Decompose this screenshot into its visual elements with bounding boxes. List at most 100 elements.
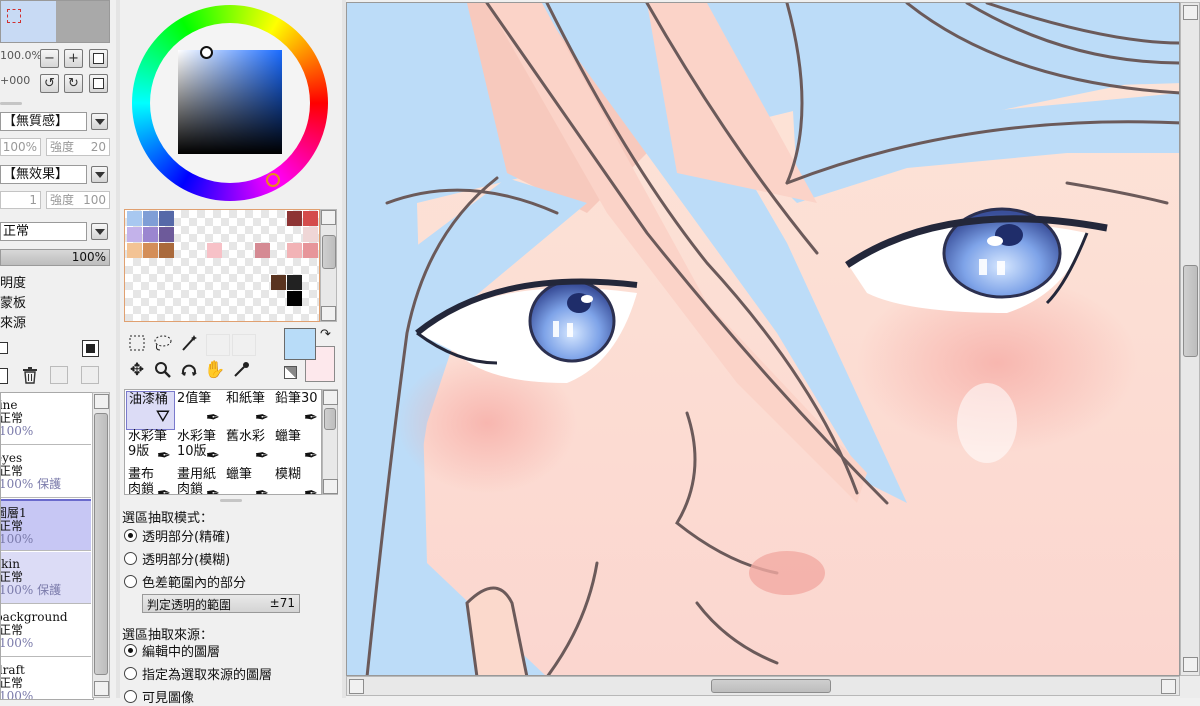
swatch-scroll-up-arrow[interactable]	[321, 210, 336, 225]
color-swatch[interactable]	[127, 211, 142, 226]
blend-mode-dropdown-arrow[interactable]	[91, 223, 108, 240]
brush-slot[interactable]: 模糊 ✒	[273, 467, 321, 494]
brush-slot[interactable]: 畫用紙 肉鎖 ✒	[175, 467, 224, 494]
layer-option-mask[interactable]: 蒙板	[0, 292, 26, 311]
layer-item[interactable]: skin正常100% 保護	[1, 552, 91, 604]
sv-marker[interactable]	[200, 46, 213, 59]
canvas-scroll-down-arrow[interactable]	[1183, 657, 1198, 672]
effect-intensity-field[interactable]: 強度 100	[46, 191, 110, 209]
color-swatch[interactable]	[287, 211, 302, 226]
rotate-icon[interactable]	[178, 359, 200, 381]
new-folder-icon[interactable]	[82, 340, 99, 357]
color-swatch[interactable]	[159, 243, 174, 258]
selection-source-label[interactable]: 編輯中的圖層	[142, 641, 220, 660]
selection-source-radio[interactable]	[124, 690, 137, 703]
brush-slot[interactable]: 和紙筆 ✒	[224, 391, 273, 430]
canvas-area[interactable]	[346, 2, 1180, 676]
trash-icon[interactable]	[20, 365, 40, 385]
selection-mode-label[interactable]: 透明部分(精確)	[142, 526, 230, 545]
color-swatch[interactable]	[255, 243, 270, 258]
selection-mode-label[interactable]: 透明部分(模糊)	[142, 549, 230, 568]
brush-slot[interactable]: 蠟筆 ✒	[224, 467, 273, 494]
texture-dropdown[interactable]: 【無質感】	[0, 112, 87, 131]
selection-source-radio[interactable]	[124, 667, 137, 680]
color-swatch[interactable]	[287, 275, 302, 290]
canvas-hscroll-thumb[interactable]	[711, 679, 831, 693]
lasso-icon[interactable]	[152, 332, 174, 354]
layer-copy-icon[interactable]	[0, 368, 8, 384]
color-swatch[interactable]	[303, 243, 318, 258]
selection-mode-label[interactable]: 色差範圍內的部分	[142, 572, 246, 591]
brush-slot[interactable]: 油漆桶 ⛛	[126, 391, 175, 430]
navigator-thumbnail[interactable]	[0, 0, 110, 43]
texture-scale-field[interactable]: 100%	[0, 138, 41, 156]
color-swatch[interactable]	[143, 227, 158, 242]
opacity-slider[interactable]: 100%	[0, 249, 110, 266]
effect-dropdown[interactable]: 【無效果】	[0, 165, 87, 184]
color-swatch[interactable]	[143, 211, 158, 226]
zoom-reset-button[interactable]	[89, 49, 108, 68]
zoom-out-button[interactable]: −	[40, 49, 59, 68]
color-swatch[interactable]	[303, 211, 318, 226]
canvas-scroll-left-arrow[interactable]	[349, 679, 364, 694]
brush-scroll-thumb[interactable]	[324, 408, 336, 430]
artwork[interactable]	[347, 3, 1180, 676]
canvas-horizontal-scrollbar[interactable]	[346, 676, 1180, 696]
brush-slot[interactable]: 蠟筆 ✒	[273, 429, 321, 468]
brush-slot[interactable]: 舊水彩 ✒	[224, 429, 273, 468]
brush-slot[interactable]: 水彩筆 10版 ✒	[175, 429, 224, 468]
color-swatch[interactable]	[159, 211, 174, 226]
swap-colors-icon[interactable]: ↷	[320, 328, 331, 341]
color-swatch[interactable]	[303, 227, 318, 242]
color-swatch[interactable]	[287, 291, 302, 306]
effect-width-field[interactable]: 1	[0, 191, 41, 209]
layer-item[interactable]: draft正常100%	[1, 658, 91, 699]
layer-item[interactable]: line正常100%	[1, 393, 91, 445]
selection-mode-radio[interactable]	[124, 552, 137, 565]
brush-slot[interactable]: 水彩筆 9版 ✒	[126, 429, 175, 468]
zoom-icon[interactable]	[152, 359, 174, 381]
layer-list-scrollbar[interactable]	[92, 392, 110, 698]
color-swatch[interactable]	[287, 243, 302, 258]
selection-source-radio[interactable]	[124, 644, 137, 657]
brush-slot[interactable]: 2值筆 ✒	[175, 391, 224, 430]
blend-mode-dropdown[interactable]: 正常	[0, 222, 87, 241]
rotate-reset-button[interactable]	[89, 74, 108, 93]
canvas-vscroll-thumb[interactable]	[1183, 265, 1198, 357]
brush-scroll-down-arrow[interactable]	[323, 479, 338, 494]
texture-intensity-field[interactable]: 強度 20	[46, 138, 110, 156]
hue-marker[interactable]	[266, 173, 280, 187]
layer-scroll-down-arrow[interactable]	[94, 681, 109, 696]
primary-color-swatch[interactable]	[284, 328, 316, 360]
canvas-scroll-right-arrow[interactable]	[1161, 679, 1176, 694]
texture-dropdown-arrow[interactable]	[91, 113, 108, 130]
color-swatch[interactable]	[143, 243, 158, 258]
zoom-in-button[interactable]: +	[64, 49, 83, 68]
color-square[interactable]	[178, 50, 282, 154]
swatch-panel[interactable]	[124, 209, 320, 322]
eyedropper-icon[interactable]	[230, 359, 252, 381]
canvas-vertical-scrollbar[interactable]	[1180, 2, 1200, 676]
select-rect-icon[interactable]	[126, 332, 148, 354]
clear-layer-icon[interactable]	[81, 366, 99, 384]
layer-option-brightness[interactable]: 明度	[0, 272, 26, 291]
color-swatch[interactable]	[207, 243, 222, 258]
selection-source-label[interactable]: 可見圖像	[142, 687, 194, 706]
hand-icon[interactable]: ✋	[204, 359, 226, 381]
color-swatch[interactable]	[271, 275, 286, 290]
swatch-scroll-down-arrow[interactable]	[321, 306, 336, 321]
layer-item[interactable]: background 正常 100%	[1, 605, 91, 657]
layer-option-source[interactable]: 來源	[0, 312, 26, 331]
swatch-scroll-thumb[interactable]	[322, 235, 336, 269]
layer-scroll-thumb[interactable]	[94, 413, 108, 675]
selection-source-label[interactable]: 指定為選取來源的圖層	[142, 664, 272, 683]
transparent-color-icon[interactable]	[284, 366, 297, 379]
brush-slot[interactable]: 鉛筆30 ✒	[273, 391, 321, 430]
new-layer-icon[interactable]	[0, 342, 8, 354]
magic-wand-icon[interactable]	[178, 332, 200, 354]
layer-scroll-up-arrow[interactable]	[94, 394, 109, 409]
rotate-cw-button[interactable]: ↻	[64, 74, 83, 93]
navigator-rotation[interactable]: +000	[0, 74, 30, 87]
rotate-ccw-button[interactable]: ↺	[40, 74, 59, 93]
selection-mode-radio[interactable]	[124, 575, 137, 588]
